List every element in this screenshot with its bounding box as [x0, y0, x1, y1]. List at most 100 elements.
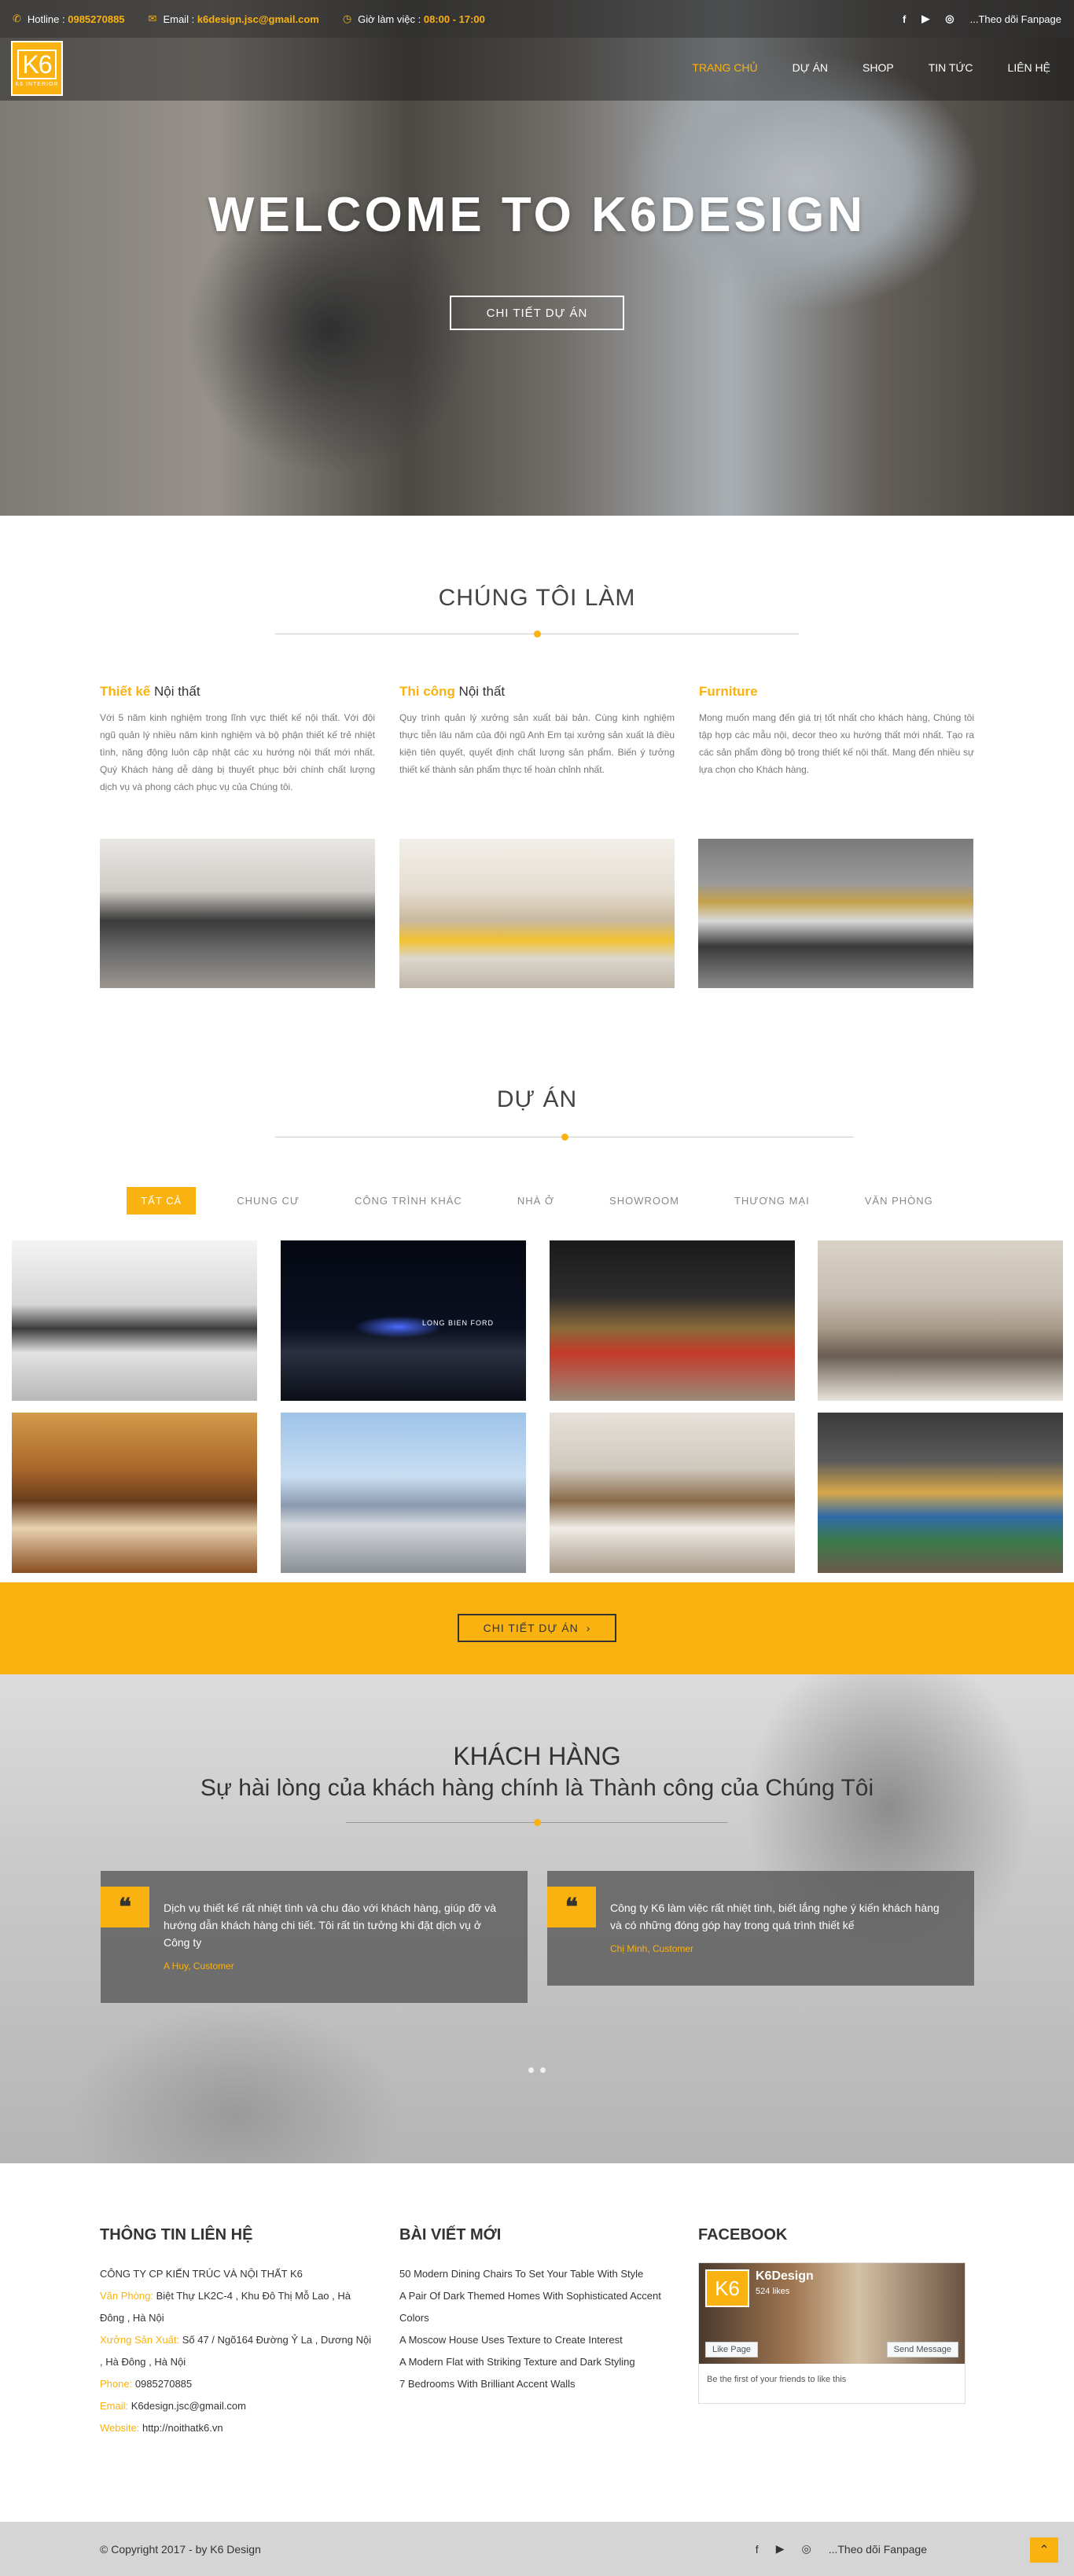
dining-image[interactable] — [698, 839, 973, 988]
youtube-icon[interactable]: ▶ — [776, 2542, 785, 2556]
service-design: Thiết kế Nội thất Với 5 năm kinh nghiệm … — [100, 684, 375, 796]
hotline-label: Hotline : — [27, 13, 65, 25]
post-link[interactable]: 50 Modern Dining Chairs To Set Your Tabl… — [399, 2263, 675, 2285]
send-message-button[interactable]: Send Message — [886, 2342, 958, 2357]
project-card[interactable] — [281, 1413, 526, 1573]
office-address: Văn Phòng: Biệt Thự LK2C-4 , Khu Đô Thị … — [100, 2290, 351, 2324]
services-list: Thiết kế Nội thất Với 5 năm kinh nghiệm … — [100, 684, 974, 796]
service-text: Mong muốn mang đến giá trị tốt nhất cho … — [699, 712, 974, 775]
youtube-icon[interactable]: ▶ — [921, 13, 929, 25]
chevron-right-icon: › — [586, 1622, 591, 1634]
project-card[interactable] — [818, 1413, 1063, 1573]
project-card[interactable] — [550, 1240, 795, 1401]
carousel-dots — [0, 2067, 1074, 2073]
logo-subtext: K6 INTERIOR — [15, 82, 59, 87]
nav-item-shop[interactable]: SHOP — [863, 61, 894, 74]
filter-apartment[interactable]: CHUNG CƯ — [223, 1187, 314, 1215]
contact-title: THÔNG TIN LIÊN HỆ — [100, 2226, 253, 2243]
top-bar: ✆ Hotline : 0985270885 ✉ Email : k6desig… — [0, 0, 1074, 38]
carousel-dot[interactable] — [528, 2067, 534, 2073]
nav-item-contact[interactable]: LIÊN HỆ — [1008, 61, 1050, 74]
back-to-top-icon[interactable]: ⌃ — [1030, 2537, 1058, 2563]
phone-icon: ✆ — [13, 13, 21, 24]
email-link[interactable]: k6design.jsc@gmail.com — [197, 13, 319, 25]
facebook-page-name[interactable]: K6Design — [756, 2269, 814, 2284]
filter-house[interactable]: NHÀ Ở — [503, 1187, 568, 1215]
projects-cta-band: CHI TIẾT DỰ ÁN › — [0, 1582, 1074, 1674]
hours-info: ◷ Giờ làm việc : 08:00 - 17:00 — [343, 13, 485, 25]
filter-commercial[interactable]: THƯƠNG MẠI — [720, 1187, 824, 1215]
nav-item-news[interactable]: TIN TỨC — [929, 61, 973, 74]
site-logo[interactable]: K6 K6 INTERIOR — [11, 41, 63, 96]
copyright: © Copyright 2017 - by K6 Design — [100, 2542, 261, 2556]
phone-line: Phone: 0985270885 — [100, 2378, 193, 2390]
service-text: Quy trình quản lý xưởng sản xuất bài bản… — [399, 712, 675, 775]
hero-cta-button[interactable]: CHI TIẾT DỰ ÁN — [450, 296, 624, 330]
fanpage-link[interactable]: ...Theo dõi Fanpage — [970, 13, 1061, 25]
project-card[interactable] — [818, 1240, 1063, 1401]
nav-item-home[interactable]: TRANG CHỦ — [692, 61, 757, 74]
facebook-page-logo: K6 — [705, 2269, 749, 2307]
service-title: Furniture — [699, 684, 758, 699]
facebook-title: FACEBOOK — [698, 2226, 788, 2243]
filter-other[interactable]: CÔNG TRÌNH KHÁC — [340, 1187, 476, 1215]
hotline-info: ✆ Hotline : 0985270885 — [13, 13, 125, 25]
facebook-icon[interactable]: f — [903, 13, 906, 25]
instagram-icon[interactable]: ◎ — [945, 13, 954, 25]
main-menu: TRANG CHỦ DỰ ÁN SHOP TIN TỨC LIÊN HỆ — [692, 61, 1050, 74]
fanpage-link[interactable]: ...Theo dõi Fanpage — [829, 2543, 927, 2556]
website-line[interactable]: Website: http://noithatk6.vn — [100, 2417, 375, 2439]
kitchen-image-1[interactable] — [100, 839, 375, 988]
projects-title: DỰ ÁN — [496, 1086, 578, 1112]
project-filters: TẤT CẢ CHUNG CƯ CÔNG TRÌNH KHÁC NHÀ Ở SH… — [0, 1187, 1074, 1215]
clock-icon: ◷ — [342, 13, 352, 24]
email-line[interactable]: Email: K6design.jsc@gmail.com — [100, 2395, 375, 2417]
instagram-icon[interactable]: ◎ — [801, 2542, 811, 2556]
service-text: Với 5 năm kinh nghiệm trong lĩnh vực thi… — [100, 712, 375, 792]
facebook-cover: K6 K6Design 524 likes Like Page Send Mes… — [699, 2263, 965, 2364]
service-title: Thi công Nội thất — [399, 684, 506, 699]
nav-item-projects[interactable]: DỰ ÁN — [793, 61, 828, 74]
facebook-icon[interactable]: f — [756, 2543, 759, 2556]
kitchen-image-2[interactable] — [399, 839, 675, 988]
facebook-likes: 524 likes — [756, 2287, 790, 2296]
posts-title: BÀI VIẾT MỚI — [399, 2226, 502, 2243]
filter-all[interactable]: TẤT CẢ — [127, 1187, 197, 1215]
envelope-icon: ✉ — [148, 13, 157, 24]
hours-value: 08:00 - 17:00 — [423, 13, 485, 25]
carousel-dot[interactable] — [540, 2067, 546, 2073]
filter-showroom[interactable]: SHOWROOM — [595, 1187, 693, 1215]
post-link[interactable]: A Pair Of Dark Themed Homes With Sophist… — [399, 2285, 675, 2329]
testimonials-title: KHÁCH HÀNG — [453, 1742, 621, 1770]
footer: THÔNG TIN LIÊN HỆ CÔNG TY CP KIẾN TRÚC V… — [0, 2163, 1074, 2522]
email-label: Email : — [163, 13, 195, 25]
main-navbar: K6 K6 INTERIOR TRANG CHỦ DỰ ÁN SHOP TIN … — [0, 38, 1074, 101]
service-title: Thiết kế Nội thất — [100, 684, 200, 699]
projects-heading: DỰ ÁN — [0, 1086, 1074, 1113]
project-sign-text: LONG BIEN FORD — [422, 1319, 495, 1327]
hero-title: WELCOME TO K6DESIGN — [208, 188, 866, 242]
posts-column: BÀI VIẾT MỚI 50 Modern Dining Chairs To … — [399, 2226, 675, 2395]
project-card[interactable] — [12, 1413, 257, 1573]
post-link[interactable]: A Moscow House Uses Texture to Create In… — [399, 2329, 675, 2351]
like-page-button[interactable]: Like Page — [705, 2342, 758, 2357]
quote-icon: ❝ — [101, 1887, 149, 1927]
projects-detail-button[interactable]: CHI TIẾT DỰ ÁN › — [458, 1614, 616, 1642]
logo-text: K6 — [17, 50, 57, 79]
project-card[interactable] — [12, 1240, 257, 1401]
filter-office[interactable]: VĂN PHÒNG — [851, 1187, 947, 1215]
testimonial-author: Chị Minh, Customer — [610, 1943, 694, 1954]
post-link[interactable]: A Modern Flat with Striking Texture and … — [399, 2351, 675, 2373]
post-link[interactable]: 7 Bedrooms With Brilliant Accent Walls — [399, 2373, 675, 2395]
testimonial-author: A Huy, Customer — [164, 1960, 234, 1972]
testimonials-section: KHÁCH HÀNG Sự hài lòng của khách hàng ch… — [0, 1674, 1074, 2163]
bottom-bar: © Copyright 2017 - by K6 Design f ▶ ◎ ..… — [0, 2522, 1074, 2576]
testimonial-card: ❝ Công ty K6 làm việc rất nhiệt tình, bi… — [547, 1871, 974, 1986]
email-info: ✉ Email : k6design.jsc@gmail.com — [149, 13, 319, 25]
project-card[interactable]: LONG BIEN FORD — [281, 1240, 526, 1401]
hours-label: Giờ làm việc : — [358, 13, 421, 25]
project-card[interactable] — [550, 1413, 795, 1573]
hotline-number[interactable]: 0985270885 — [68, 13, 124, 25]
testimonial-text: Công ty K6 làm việc rất nhiệt tình, biết… — [610, 1902, 940, 1931]
company-name: CÔNG TY CP KIẾN TRÚC VÀ NỘI THẤT K6 — [100, 2268, 303, 2280]
